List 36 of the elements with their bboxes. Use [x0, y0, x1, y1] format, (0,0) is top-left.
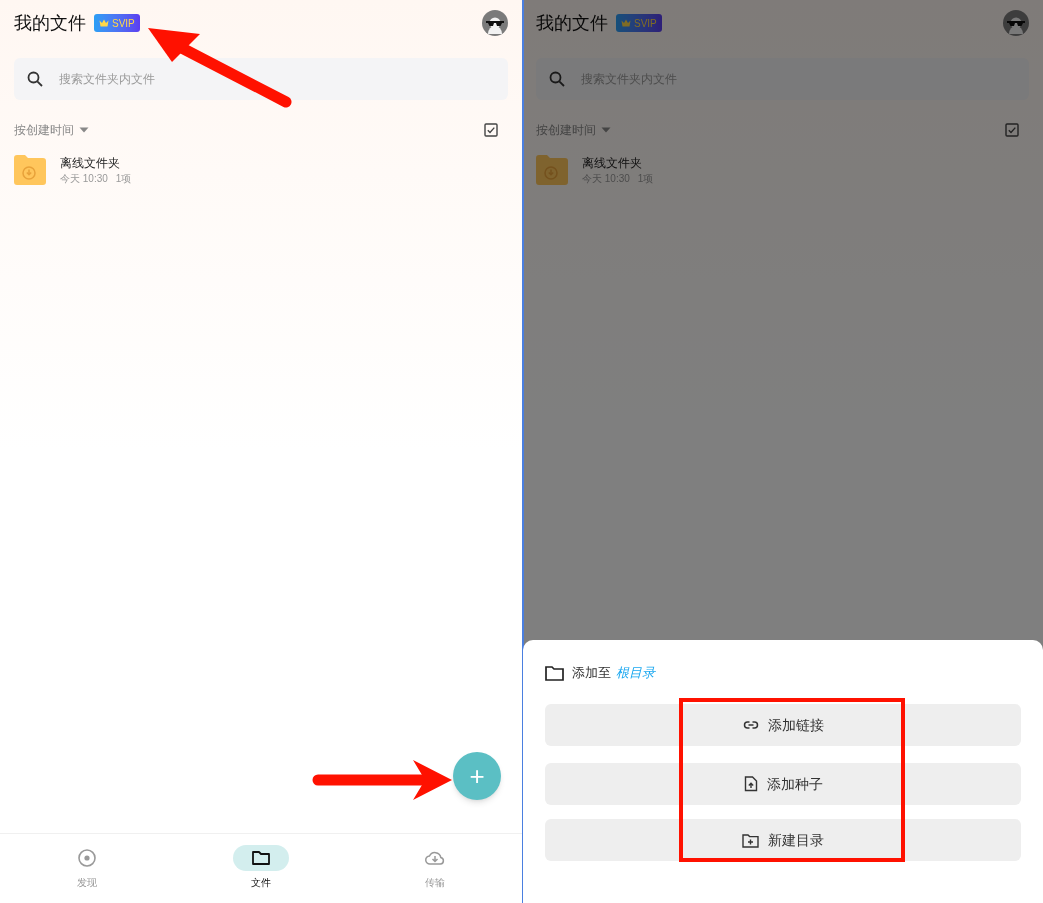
- folder-icon: [545, 665, 564, 681]
- nav-tab[interactable]: 文件: [174, 834, 348, 903]
- crown-icon: [99, 19, 109, 27]
- search-icon: [26, 70, 44, 88]
- caret-icon: [601, 127, 611, 133]
- modified-time: 今天 10:30: [60, 173, 108, 184]
- crown-icon: [621, 19, 631, 27]
- folder-row[interactable]: 离线文件夹 今天 10:30 1项: [0, 153, 522, 187]
- destination-link[interactable]: 根目录: [616, 663, 655, 683]
- checkbox-icon[interactable]: [484, 123, 498, 137]
- target-icon: [77, 848, 97, 868]
- vip-badge: SVIP: [94, 14, 140, 32]
- folder-name: 离线文件夹: [582, 156, 643, 169]
- destination-label: 添加至: [572, 664, 611, 683]
- vip-badge: SVIP: [616, 14, 662, 32]
- folder-icon: [251, 849, 271, 867]
- action-button[interactable]: 新建目录: [545, 819, 1021, 861]
- item-count: 1项: [115, 173, 132, 184]
- search-icon: [548, 70, 566, 88]
- avatar-icon[interactable]: [482, 10, 508, 36]
- file-upload-icon: [743, 776, 758, 792]
- sort-dropdown[interactable]: 按创建时间: [14, 121, 89, 139]
- nav-tab[interactable]: 传输: [348, 834, 522, 903]
- cloud-download-icon: [424, 849, 446, 867]
- folder-plus-icon: [742, 832, 759, 848]
- checkbox-icon[interactable]: [1005, 123, 1019, 137]
- action-button[interactable]: 添加种子: [545, 763, 1021, 805]
- nav-tab[interactable]: 发现: [0, 834, 174, 903]
- page-title: 我的文件: [14, 14, 86, 32]
- caret-icon: [79, 127, 89, 133]
- action-button[interactable]: 添加链接: [545, 704, 1021, 746]
- folder-name: 离线文件夹: [60, 156, 121, 169]
- folder-download-icon: [536, 154, 568, 186]
- page-title: 我的文件: [536, 14, 608, 32]
- folder-download-icon: [14, 154, 46, 186]
- search-field[interactable]: 搜索文件夹内文件: [14, 58, 508, 100]
